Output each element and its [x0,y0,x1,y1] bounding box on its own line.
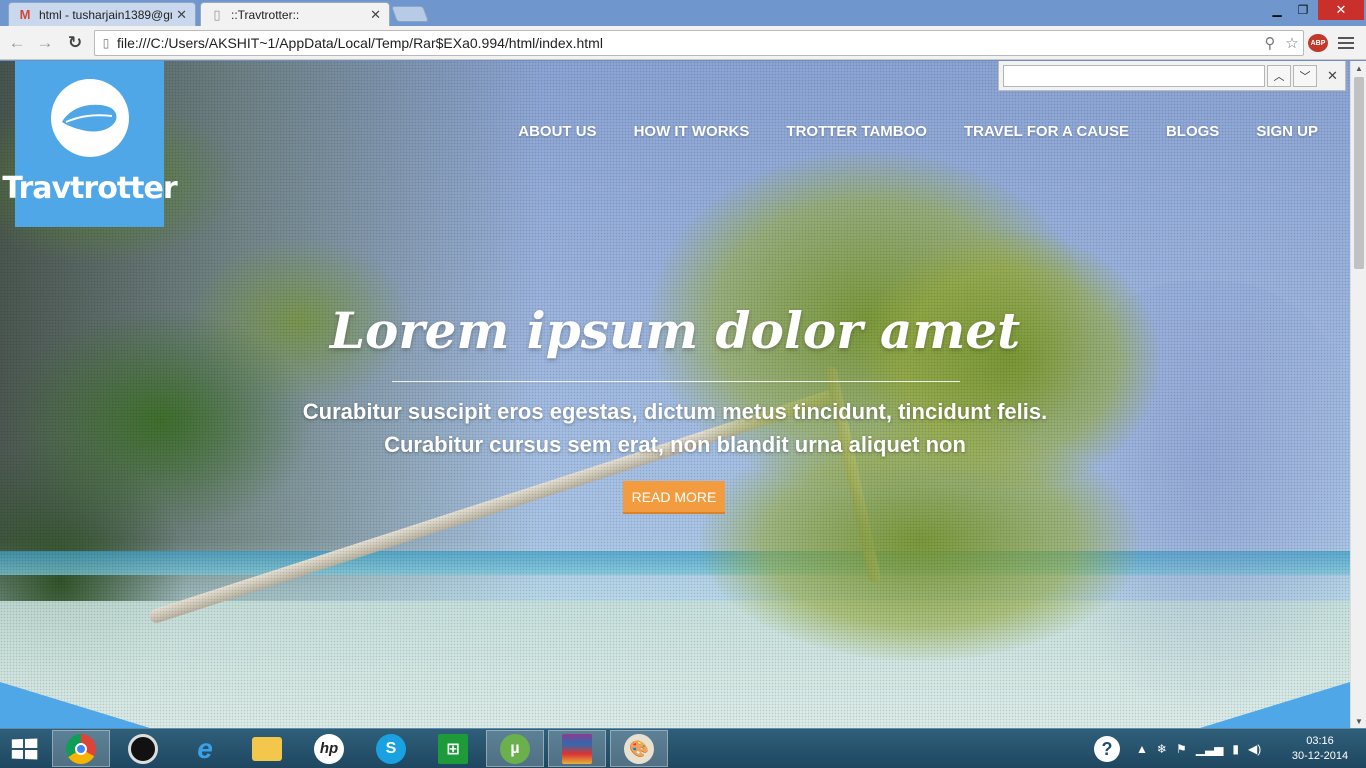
tray-expand-icon[interactable]: ▲ [1136,742,1148,756]
leaf-logo-icon [50,79,129,157]
ie-icon[interactable]: e [176,730,234,767]
zoom-icon[interactable]: ⚲ [1259,34,1281,52]
clock-date: 30-12-2014 [1291,750,1349,762]
address-bar[interactable]: ▯ file:///C:/Users/AKSHIT~1/AppData/Loca… [94,30,1304,56]
snowflake-icon[interactable]: ❄ [1157,742,1167,756]
store-icon[interactable]: ⊞ [424,730,482,767]
nav-how-it-works[interactable]: HOW IT WORKS [634,123,750,140]
hero-divider [392,381,960,382]
main-nav: ABOUT US HOW IT WORKS TROTTER TAMBOO TRA… [481,123,1318,140]
nav-about-us[interactable]: ABOUT US [518,123,596,140]
browser-titlebar: M html - tusharjain1389@gm ✕ ▯ ::Travtro… [0,0,1366,26]
skype-icon[interactable]: S [362,730,420,767]
nav-trotter-tamboo[interactable]: TROTTER TAMBOO [786,123,927,140]
adblock-icon[interactable]: ABP [1308,34,1328,52]
hero-subtitle: Curabitur suscipit eros egestas, dictum … [0,395,1350,461]
windows-taskbar: e hp S ⊞ µ 🎨 ? ▲ ❄ ⚑ ▁▃▅ ▮ ◀) 03:16 30-1… [0,728,1366,768]
nav-travel-for-a-cause[interactable]: TRAVEL FOR A CAUSE [964,123,1129,140]
close-tab-icon[interactable]: ✕ [370,7,381,23]
corner-decoration [1200,682,1350,728]
winrar-icon[interactable] [548,730,606,767]
network-error-icon[interactable]: ⚑ [1176,742,1187,756]
minimize-button[interactable]: ▁ [1264,0,1290,20]
bookmark-star-icon[interactable]: ☆ [1281,34,1303,52]
system-clock[interactable]: 03:16 30-12-2014 [1290,734,1350,764]
close-window-button[interactable]: ✕ [1318,0,1364,20]
hero-subtitle-line-1: Curabitur suscipit eros egestas, dictum … [302,399,1048,424]
find-close-icon[interactable]: ✕ [1327,68,1338,84]
page-icon: ▯ [213,6,221,22]
page-viewport: Travtrotter ABOUT US HOW IT WORKS TROTTE… [0,61,1350,728]
tab-title: html - tusharjain1389@gm [39,7,173,22]
page-scrollbar[interactable]: ▲ ▼ [1350,61,1366,728]
reload-icon[interactable]: ↻ [64,32,86,54]
find-bar: ︿ ﹀ ✕ [998,61,1346,91]
tab-travtrotter[interactable]: ▯ ::Travtrotter:: ✕ [200,2,390,26]
forward-arrow-icon[interactable]: → [34,32,56,54]
scroll-up-arrow-icon[interactable]: ▲ [1351,61,1366,75]
page-icon: ▯ [102,36,110,50]
hamburger-menu-icon[interactable] [1338,35,1354,51]
paint-icon[interactable]: 🎨 [610,730,668,767]
close-tab-icon[interactable]: ✕ [176,7,187,23]
hero-title: Lorem ipsum dolor amet [329,301,1021,360]
battery-icon[interactable]: ▮ [1232,742,1239,756]
nav-sign-up[interactable]: SIGN UP [1256,123,1318,140]
explorer-icon[interactable] [238,730,296,767]
hero-subtitle-line-2: Curabitur cursus sem erat, non blandit u… [384,432,966,457]
volume-icon[interactable]: ◀) [1248,742,1261,756]
chrome-icon[interactable] [52,730,110,767]
gmail-icon: M [19,7,31,22]
scrollbar-thumb[interactable] [1354,77,1364,269]
back-arrow-icon[interactable]: ← [6,32,28,54]
find-next-button[interactable]: ﹀ [1293,64,1317,87]
media-icon[interactable] [114,730,172,767]
maximize-button[interactable]: ❐ [1290,0,1316,20]
help-icon[interactable]: ? [1094,729,1122,768]
browser-toolbar: ← → ↻ ▯ file:///C:/Users/AKSHIT~1/AppDat… [0,26,1366,60]
scroll-down-arrow-icon[interactable]: ▼ [1351,714,1366,728]
tab-title: ::Travtrotter:: [231,7,300,22]
signal-icon[interactable]: ▁▃▅ [1196,742,1224,756]
hp-icon[interactable]: hp [300,730,358,767]
find-previous-button[interactable]: ︿ [1267,64,1291,87]
utorrent-icon[interactable]: µ [486,730,544,767]
logo-text: Travtrotter [2,171,177,206]
system-tray: ▲ ❄ ⚑ ▁▃▅ ▮ ◀) [1136,729,1261,768]
read-more-button[interactable]: READ MORE [623,481,725,514]
site-logo[interactable]: Travtrotter [2,61,178,227]
clock-time: 03:16 [1306,735,1334,747]
new-tab-button[interactable] [391,6,429,22]
windows-start-icon[interactable] [9,735,40,763]
find-input[interactable] [1003,64,1265,87]
corner-decoration [0,682,150,728]
url-text[interactable]: file:///C:/Users/AKSHIT~1/AppData/Local/… [117,35,1259,51]
tab-gmail[interactable]: M html - tusharjain1389@gm ✕ [8,2,196,26]
nav-blogs[interactable]: BLOGS [1166,123,1219,140]
